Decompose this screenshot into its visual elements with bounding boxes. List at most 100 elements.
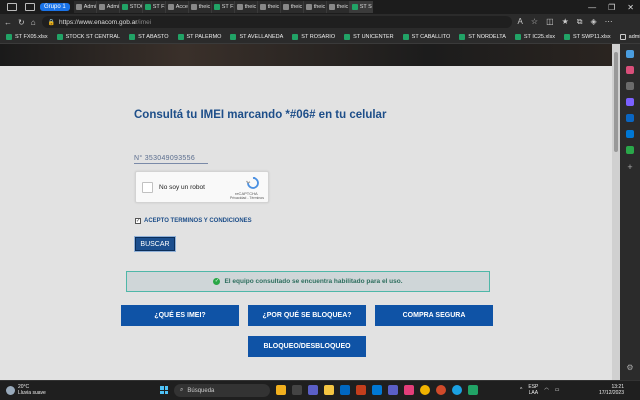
- page-viewport: Consultá tu IMEI marcando *#06# en tu ce…: [0, 44, 612, 380]
- language-indicator[interactable]: ESP LAA: [528, 384, 538, 396]
- task-view-icon[interactable]: [292, 385, 302, 395]
- recaptcha-label: No soy un robot: [159, 184, 205, 191]
- browser-tab[interactable]: theic: [303, 1, 327, 13]
- search-button[interactable]: BUSCAR: [134, 236, 176, 252]
- shopping-icon[interactable]: [626, 66, 634, 74]
- minimize-icon[interactable]: —: [588, 3, 596, 12]
- more-icon[interactable]: ⋯: [605, 17, 613, 27]
- favorite-star-icon[interactable]: ☆: [531, 17, 538, 27]
- bookmark-item[interactable]: ST PALERMO: [177, 33, 221, 40]
- maximize-icon[interactable]: ❐: [608, 3, 615, 12]
- excel-icon[interactable]: [468, 385, 478, 395]
- copilot-icon[interactable]: ◈: [591, 17, 597, 27]
- teams-chat-icon[interactable]: [308, 385, 318, 395]
- start-icon[interactable]: [160, 386, 168, 394]
- photos-icon[interactable]: [404, 385, 414, 395]
- browser-tab[interactable]: theic: [257, 1, 281, 13]
- recaptcha-checkbox[interactable]: [142, 182, 153, 193]
- mail-icon[interactable]: [372, 385, 382, 395]
- wifi-icon[interactable]: ◠: [544, 387, 548, 393]
- tab-favicon-icon: [75, 4, 82, 10]
- tab-group-label[interactable]: Grupo 1: [40, 3, 70, 11]
- sidebar-settings-icon[interactable]: ⚙: [626, 363, 633, 372]
- read-aloud-icon[interactable]: A: [518, 17, 523, 27]
- teams-icon[interactable]: [388, 385, 398, 395]
- chrome-icon[interactable]: [420, 385, 430, 395]
- collections-icon[interactable]: ⧉: [577, 17, 583, 27]
- scrollbar-thumb[interactable]: [614, 52, 618, 152]
- what-is-imei-button[interactable]: ¿QUÉ ES IMEI?: [121, 305, 239, 326]
- browser-tab[interactable]: theic: [326, 1, 350, 13]
- taskbar-search[interactable]: ⌕ Búsqueda: [174, 384, 270, 397]
- rain-cloud-icon: [6, 385, 15, 395]
- weather-widget[interactable]: 20°C Lluvia suave: [6, 384, 46, 396]
- bookmark-item[interactable]: ST ROSARIO: [292, 33, 335, 40]
- firefox-icon[interactable]: [436, 385, 446, 395]
- browser-tab[interactable]: theic: [234, 1, 258, 13]
- browser-tab[interactable]: ST FX: [211, 1, 235, 13]
- bookmark-item[interactable]: admin: [619, 33, 640, 40]
- terms-label[interactable]: ACEPTO TERMINOS Y CONDICIONES: [144, 218, 252, 224]
- bookmark-item[interactable]: ST NORDELTA: [459, 33, 506, 40]
- store-icon[interactable]: [340, 385, 350, 395]
- games-icon[interactable]: [626, 98, 634, 106]
- taskbar-clock[interactable]: 13:21 17/12/2023: [592, 384, 624, 396]
- home-icon[interactable]: ⌂: [31, 18, 36, 27]
- bookmark-item[interactable]: ST CABALLITO: [402, 33, 450, 40]
- search-placeholder: Búsqueda: [187, 387, 215, 394]
- file-explorer-icon[interactable]: [324, 385, 334, 395]
- workspaces-icon[interactable]: [7, 3, 17, 11]
- bookmark-label: ST UNICENTER: [353, 33, 394, 40]
- excel-file-icon: [292, 33, 299, 40]
- tools-icon[interactable]: [626, 82, 634, 90]
- browser-tab[interactable]: Admi: [73, 1, 97, 13]
- page-scrollbar[interactable]: [612, 44, 620, 380]
- bookmark-item[interactable]: ST FX05.xlsx: [6, 33, 48, 40]
- tray-chevron-icon[interactable]: ^: [520, 387, 522, 393]
- terms-checkbox-row[interactable]: ✓ ACEPTO TERMINOS Y CONDICIONES: [135, 218, 252, 224]
- battery-icon[interactable]: ▭: [555, 387, 560, 393]
- lock-icon: 🔒: [47, 19, 56, 26]
- browser-tab[interactable]: Acce: [165, 1, 189, 13]
- office-icon[interactable]: [626, 114, 634, 122]
- office-app-icon[interactable]: [356, 385, 366, 395]
- search-sidebar-icon[interactable]: [626, 50, 634, 58]
- browser-tab[interactable]: theic: [280, 1, 304, 13]
- keyboard-layout: LAA: [528, 390, 539, 396]
- why-blocked-button[interactable]: ¿POR QUÉ SE BLOQUEA?: [248, 305, 366, 326]
- back-icon[interactable]: ←: [4, 18, 12, 27]
- recaptcha-terms-link[interactable]: Privacidad - Términos: [230, 196, 264, 200]
- system-tray: ^ ESP LAA ◠ ▭: [520, 384, 559, 396]
- browser-tab[interactable]: STOC: [119, 1, 143, 13]
- edge-icon[interactable]: [452, 385, 462, 395]
- browser-tab[interactable]: ST St: [349, 1, 373, 13]
- bookmark-item[interactable]: ST AVELLANEDA: [230, 33, 283, 40]
- outlook-icon[interactable]: [626, 130, 634, 138]
- add-sidebar-icon[interactable]: +: [627, 162, 632, 172]
- bookmark-label: STOCK ST CENTRAL: [65, 33, 121, 40]
- close-icon[interactable]: ✕: [627, 3, 634, 12]
- bookmark-item[interactable]: STOCK ST CENTRAL: [56, 33, 121, 40]
- bookmark-item[interactable]: ST UNICENTER: [344, 33, 394, 40]
- url-field[interactable]: 🔒 https://www.enacom.gob.ar/imei: [41, 16, 512, 28]
- tab-actions-icon[interactable]: [25, 3, 35, 11]
- tree-icon[interactable]: [626, 146, 634, 154]
- browser-tab[interactable]: ST FX: [142, 1, 166, 13]
- bookmark-item[interactable]: ST IC25.xlsx: [514, 33, 555, 40]
- excel-file-icon: [563, 33, 570, 40]
- tab-favicon-icon: [236, 4, 243, 10]
- block-unblock-button[interactable]: BLOQUEO/DESBLOQUEO: [248, 336, 366, 357]
- split-screen-icon[interactable]: ◫: [546, 17, 554, 27]
- reload-icon[interactable]: ↻: [18, 18, 25, 27]
- bookmark-item[interactable]: ST SWP11.xlsx: [563, 33, 611, 40]
- tab-favicon-icon: [213, 4, 220, 10]
- terms-checkbox[interactable]: ✓: [135, 218, 141, 224]
- excel-file-icon: [514, 33, 521, 40]
- imei-input[interactable]: [134, 153, 208, 164]
- bookmark-item[interactable]: ST ABASTO: [129, 33, 169, 40]
- favorites-icon[interactable]: ★: [562, 17, 569, 27]
- widgets-app-icon[interactable]: [276, 385, 286, 395]
- browser-tab[interactable]: Admi: [96, 1, 120, 13]
- safe-purchase-button[interactable]: COMPRA SEGURA: [375, 305, 493, 326]
- browser-tab[interactable]: theic: [188, 1, 212, 13]
